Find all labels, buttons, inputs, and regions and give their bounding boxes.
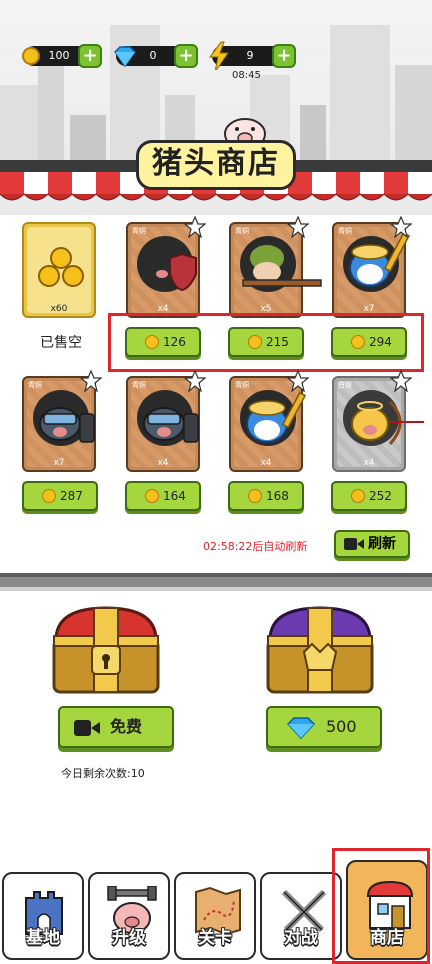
gem-counter: 0 + [114,44,198,68]
refresh-button[interactable]: 刷新 [334,530,410,558]
item-card[interactable]: 青铜 x4 [229,370,309,472]
item-tier: 青铜 [235,227,249,235]
section-divider [0,573,432,591]
price-button[interactable]: 252 [331,481,407,511]
nav-label: 对战 [284,928,318,948]
item-tier: 青铜 [132,227,146,235]
price-button[interactable]: 287 [22,481,98,511]
remaining-count: 今日剩余次数:10 [61,767,145,780]
item-card[interactable]: 青铜 x4 [126,216,206,318]
highlight-box-prices [108,313,424,372]
lightning-icon [209,41,229,70]
add-gems-button[interactable]: + [174,44,198,68]
sold-out-label: 已售空 [40,335,82,351]
pig-shield-icon [148,252,197,292]
price-button[interactable]: 164 [125,481,201,511]
gem-chest-button[interactable]: 500 [266,706,382,748]
diamond-icon [286,717,316,740]
item-card[interactable]: 青铜 x7 [332,216,412,318]
gem-price: 500 [326,717,357,736]
nav-label: 升级 [112,928,146,948]
item-tier: 青铜 [28,381,42,389]
nav-label: 基地 [26,928,60,948]
star-badge-icon [287,216,309,238]
add-energy-button[interactable]: + [272,44,296,68]
energy-value: 9 [246,49,254,62]
star-badge-icon [390,216,412,238]
coin-value: 100 [48,49,70,62]
coin-icon [22,47,40,65]
coin-icon [351,489,365,503]
nav-label: 关卡 [198,928,232,948]
coin-icon [145,489,159,503]
coin-icon [248,489,262,503]
star-badge-icon [184,370,206,392]
add-coins-button[interactable]: + [78,44,102,68]
armored-pig-icon [143,407,199,443]
item-card[interactable]: 白银 x4 [332,370,424,472]
coin-counter: 100 + [22,44,102,68]
item-tier: 青铜 [132,381,146,389]
star-badge-icon [80,370,102,392]
item-tier: 白银 [338,381,352,389]
item-qty: x7 [53,458,65,468]
energy-counter: 9 + [209,41,296,70]
blue-cat-sword-icon [349,231,411,287]
star-badge-icon [390,370,412,392]
price-value: 252 [369,489,392,503]
item-card[interactable]: 青铜 x7 [22,370,102,472]
purple-chest-icon[interactable] [260,600,380,700]
nav-tab-battle[interactable]: 对战 [260,872,342,960]
coin-stack-icon [38,247,84,287]
free-label: 免费 [110,717,143,736]
price-button[interactable]: 168 [228,481,304,511]
coin-icon [42,489,56,503]
gem-value: 0 [149,49,157,62]
video-camera-icon [344,538,364,550]
nav-tab-base[interactable]: 基地 [2,872,84,960]
free-chest-button[interactable]: 免费 [58,706,174,748]
refresh-label: 刷新 [368,536,396,552]
video-camera-icon [74,720,100,736]
cupid-pig-bow-icon [351,400,424,446]
sniper-soldier-icon [242,243,322,287]
item-qty: x4 [260,458,272,468]
star-badge-icon [287,370,309,392]
highlight-box-shop-tab [332,848,430,964]
item-qty: x4 [157,458,169,468]
armored-pig-icon [39,407,95,443]
nav-tab-upgrade[interactable]: 升级 [88,872,170,960]
nav-tab-levels[interactable]: 关卡 [174,872,256,960]
item-qty: x4 [363,458,375,468]
blue-cat-sword-icon [246,391,307,443]
shop-title: 猪头商店 [136,140,296,190]
item-qty: x60 [50,304,68,314]
red-chest-icon[interactable] [46,600,166,700]
item-card[interactable]: 青铜 x4 [126,370,206,472]
diamond-icon [114,46,136,68]
refresh-countdown: 02:58:22后自动刷新 [203,540,308,553]
item-card-coins[interactable]: x60 [22,222,96,318]
energy-timer: 08:45 [232,70,261,81]
star-badge-icon [184,216,206,238]
price-value: 287 [60,489,83,503]
price-value: 164 [163,489,186,503]
item-card[interactable]: 青铜 x5 [229,216,322,318]
price-value: 168 [266,489,289,503]
